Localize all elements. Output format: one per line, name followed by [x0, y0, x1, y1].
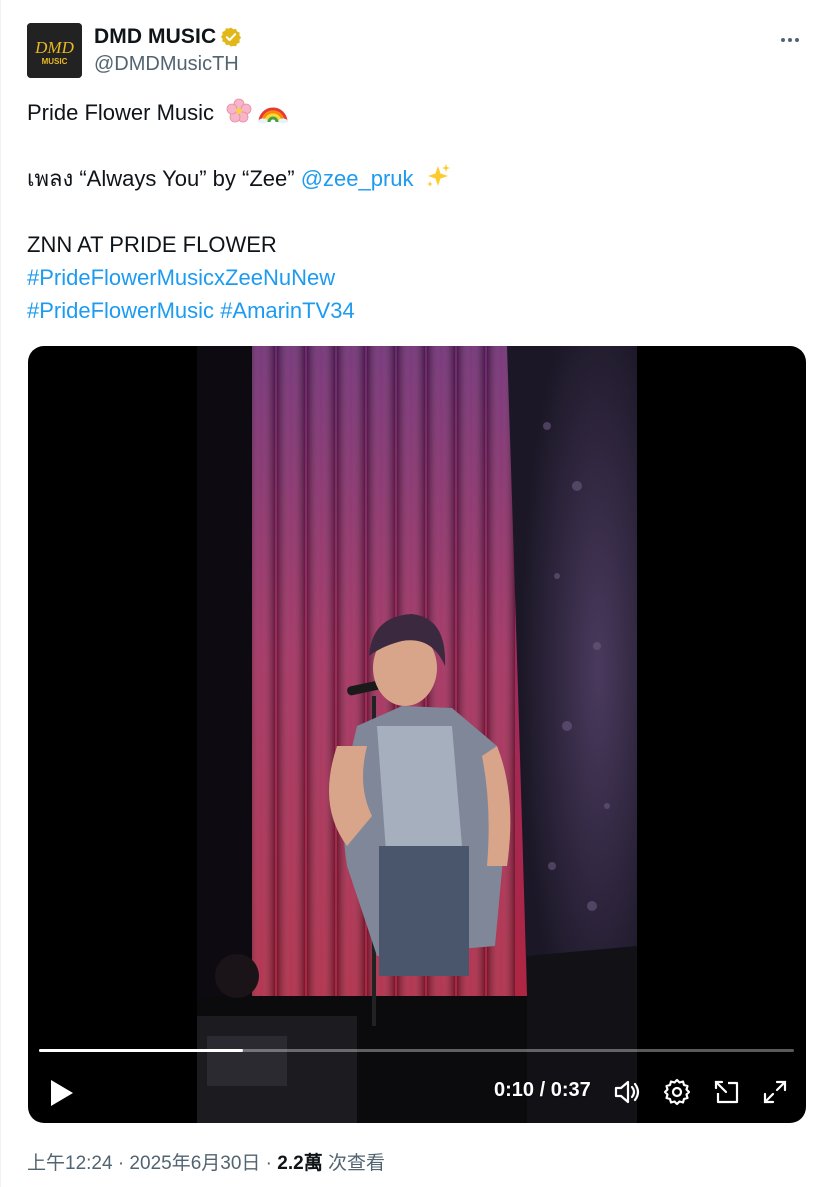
video-time: 0:10 / 0:37	[494, 1079, 591, 1101]
picture-in-picture-icon[interactable]	[712, 1077, 742, 1107]
handle[interactable]: @DMDMusicTH	[94, 53, 239, 76]
views-count: 2.2萬	[277, 1153, 323, 1174]
dot-icon	[795, 38, 799, 42]
rainbow-icon	[258, 107, 288, 124]
tweet-line-5: #PrideFlowerMusic #AmarinTV34	[27, 294, 807, 327]
song-text: เพลง “Always You” by “Zee”	[27, 166, 295, 191]
dot-icon	[788, 38, 792, 42]
dmd-logo-icon: DMD MUSIC	[27, 23, 82, 78]
avatar[interactable]: DMD MUSIC	[27, 23, 82, 78]
svg-text:MUSIC: MUSIC	[42, 57, 68, 66]
verified-badge-icon[interactable]	[220, 26, 242, 48]
settings-gear-icon[interactable]	[662, 1077, 692, 1107]
tweet-line-4: #PrideFlowerMusicxZeeNuNew	[27, 261, 807, 294]
name-row: DMD MUSIC	[94, 25, 242, 49]
more-options-button[interactable]	[773, 27, 807, 53]
dot-icon	[781, 38, 785, 42]
video-controls: 0:10 / 0:37	[28, 346, 806, 1123]
cherry-blossom-icon	[226, 98, 252, 123]
progress-bar[interactable]	[39, 1049, 794, 1052]
display-name[interactable]: DMD MUSIC	[94, 25, 216, 49]
tweet-header: DMD MUSIC DMD MUSIC @DMDMusicTH	[27, 22, 807, 80]
tweet-title: Pride Flower Music	[27, 100, 215, 125]
video-player[interactable]: 0:10 / 0:37	[28, 346, 806, 1123]
tweet-line-3: ZNN AT PRIDE FLOWER	[27, 232, 277, 257]
volume-muted-icon[interactable]	[612, 1077, 642, 1107]
sparkles-icon	[426, 164, 450, 187]
hashtag-link[interactable]: #AmarinTV34	[220, 298, 355, 323]
mention-link[interactable]: @zee_pruk	[301, 166, 414, 191]
progress-fill	[39, 1049, 243, 1052]
svg-text:DMD: DMD	[34, 38, 74, 57]
views-label: 次查看	[322, 1153, 385, 1174]
hashtag-link[interactable]: #PrideFlowerMusicxZeeNuNew	[27, 265, 335, 290]
fullscreen-icon[interactable]	[760, 1077, 790, 1107]
play-icon[interactable]	[44, 1076, 78, 1110]
tweet-line-2: เพลง “Always You” by “Zee” @zee_pruk	[27, 162, 807, 195]
tweet-footer: 上午12:24 · 2025年6月30日 · 2.2萬 次查看	[27, 1148, 385, 1175]
tweet-line-1: Pride Flower Music	[27, 96, 807, 129]
tweet-text: Pride Flower Music เพลง “Always You” by …	[27, 96, 807, 327]
hashtag-link[interactable]: #PrideFlowerMusic	[27, 298, 214, 323]
left-border	[0, 0, 1, 1187]
timestamp[interactable]: 上午12:24 · 2025年6月30日 ·	[27, 1153, 277, 1174]
